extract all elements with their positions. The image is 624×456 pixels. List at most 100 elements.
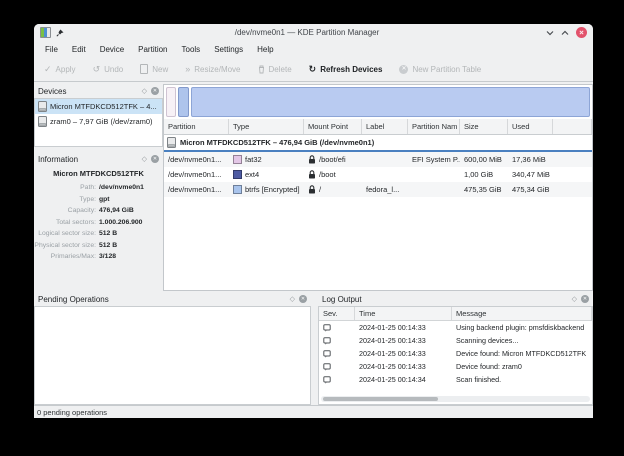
titlebar[interactable]: /dev/nvme0n1 — KDE Partition Manager [34, 24, 593, 41]
maximize-button[interactable] [561, 30, 569, 36]
info-field-path: Path:/dev/nvme0n1 [34, 182, 163, 194]
menu-edit[interactable]: Edit [65, 45, 93, 54]
devices-panel-header: Devices ◇ ✕ [34, 84, 163, 98]
horizontal-scrollbar[interactable] [321, 396, 590, 402]
log-row[interactable]: 2024-01-25 00:14:33 Scanning devices... [319, 334, 592, 347]
app-icon[interactable] [40, 27, 51, 38]
close-icon [579, 30, 584, 35]
pending-operations-list [34, 306, 311, 405]
column-header-label[interactable]: Label [362, 119, 408, 134]
float-panel-icon[interactable]: ◇ [142, 87, 147, 95]
check-icon: ✓ [44, 65, 52, 74]
pin-icon[interactable] [56, 29, 64, 37]
menu-tools[interactable]: Tools [175, 45, 208, 54]
close-panel-icon[interactable]: ✕ [581, 295, 589, 303]
information-device-name: Micron MTFDKCD512TFK [34, 169, 163, 178]
log-output-header: Log Output ◇ ✕ [318, 292, 593, 306]
kde-partition-manager-window: /dev/nvme0n1 — KDE Partition Manager Fil… [34, 24, 593, 418]
information-body: Micron MTFDKCD512TFK Path:/dev/nvme0n1 T… [34, 166, 163, 263]
info-field-primaries: Primaries/Max:3/128 [34, 251, 163, 263]
refresh-icon: ↻ [309, 65, 317, 74]
delete-button[interactable]: Delete [258, 65, 292, 74]
info-severity-icon [323, 363, 331, 371]
column-header-size[interactable]: Size [460, 119, 508, 134]
device-header-row[interactable]: Micron MTFDKCD512TFK – 476,94 GiB (/dev/… [164, 135, 592, 152]
table-row[interactable]: /dev/nvme0n1... ext4 /boot 1,00 GiB 340,… [164, 167, 592, 182]
hard-drive-icon [167, 137, 176, 148]
info-field-capacity: Capacity:476,94 GiB [34, 205, 163, 217]
column-header-type[interactable]: Type [229, 119, 304, 134]
log-row[interactable]: 2024-01-25 00:14:33 Device found: Micron… [319, 347, 592, 360]
table-row[interactable]: /dev/nvme0n1... btrfs [Encrypted] / fedo… [164, 182, 592, 197]
partition-segment-btrfs[interactable] [191, 87, 590, 117]
scrollbar-thumb[interactable] [323, 397, 438, 401]
hard-drive-icon [38, 101, 47, 112]
new-table-icon: ✕ [399, 65, 408, 74]
desktop-background: /dev/nvme0n1 — KDE Partition Manager Fil… [0, 0, 624, 456]
log-column-message[interactable]: Message [452, 307, 592, 320]
column-header-mount-point[interactable]: Mount Point [304, 119, 362, 134]
fs-color-swatch [233, 185, 242, 194]
device-list-item-zram0[interactable]: zram0 – 7,97 GiB (/dev/zram0) [35, 114, 162, 129]
refresh-devices-button[interactable]: ↻ Refresh Devices [309, 65, 383, 74]
close-panel-icon[interactable]: ✕ [299, 295, 307, 303]
minimize-button[interactable] [546, 30, 554, 36]
device-list: Micron MTFDKCD512TFK – 4... zram0 – 7,97… [34, 98, 163, 147]
log-row[interactable]: 2024-01-25 00:14:33 Device found: zram0 [319, 360, 592, 373]
info-field-physical-sector: Physical sector size:512 B [34, 240, 163, 252]
table-row[interactable]: /dev/nvme0n1... fat32 /boot/efi EFI Syst… [164, 152, 592, 167]
undo-icon: ↺ [93, 65, 101, 74]
float-panel-icon[interactable]: ◇ [572, 295, 577, 303]
partition-segment-ext4[interactable] [178, 87, 189, 117]
devices-panel-title: Devices [38, 87, 142, 96]
new-button[interactable]: New [140, 64, 168, 74]
fs-color-swatch [233, 155, 242, 164]
statusbar: 0 pending operations [34, 405, 593, 418]
info-field-total-sectors: Total sectors:1.000.206.900 [34, 217, 163, 229]
partition-segment-fat32[interactable] [166, 87, 176, 117]
partition-table-header: Partition Type Mount Point Label Partiti… [164, 119, 592, 135]
partition-bar [166, 87, 590, 117]
log-output-table: Sev. Time Message 2024-01-25 00:14:33 Us… [318, 306, 593, 405]
menubar: File Edit Device Partition Tools Setting… [34, 41, 593, 57]
device-list-item-micron[interactable]: Micron MTFDKCD512TFK – 4... [35, 99, 162, 114]
log-output-panel: Log Output ◇ ✕ Sev. Time Message 2024-01… [318, 292, 593, 405]
close-button[interactable] [576, 27, 587, 38]
toolbar: ✓ Apply ↺ Undo New » Resize/Move Delete [34, 57, 593, 82]
hard-drive-icon [38, 116, 47, 127]
log-column-time[interactable]: Time [355, 307, 452, 320]
info-field-type: Type:gpt [34, 194, 163, 206]
log-row[interactable]: 2024-01-25 00:14:34 Scan finished. [319, 373, 592, 386]
log-column-severity[interactable]: Sev. [319, 307, 355, 320]
menu-file[interactable]: File [38, 45, 65, 54]
pending-operations-panel: Pending Operations ◇ ✕ [34, 292, 311, 405]
partition-view: Partition Type Mount Point Label Partiti… [163, 84, 593, 291]
partition-table: Partition Type Mount Point Label Partiti… [164, 119, 592, 197]
menu-help[interactable]: Help [250, 45, 280, 54]
column-header-used[interactable]: Used [508, 119, 553, 134]
close-panel-icon[interactable]: ✕ [151, 155, 159, 163]
undo-button[interactable]: ↺ Undo [93, 65, 124, 74]
pending-operations-header: Pending Operations ◇ ✕ [34, 292, 311, 306]
log-table-header: Sev. Time Message [319, 307, 592, 321]
menu-settings[interactable]: Settings [207, 45, 250, 54]
apply-button[interactable]: ✓ Apply [44, 65, 76, 74]
column-header-partition[interactable]: Partition [164, 119, 229, 134]
log-row[interactable]: 2024-01-25 00:14:33 Using backend plugin… [319, 321, 592, 334]
menu-device[interactable]: Device [93, 45, 131, 54]
lock-icon [308, 155, 316, 164]
info-field-logical-sector: Logical sector size:512 B [34, 228, 163, 240]
float-panel-icon[interactable]: ◇ [290, 295, 295, 303]
trash-icon [258, 65, 265, 74]
float-panel-icon[interactable]: ◇ [142, 155, 147, 163]
column-header-partition-name[interactable]: Partition Nam [408, 119, 460, 134]
information-panel: Information ◇ ✕ Micron MTFDKCD512TFK Pat… [34, 152, 163, 291]
close-panel-icon[interactable]: ✕ [151, 87, 159, 95]
log-output-title: Log Output [322, 295, 572, 304]
info-severity-icon [323, 324, 331, 332]
menu-partition[interactable]: Partition [131, 45, 174, 54]
resize-move-button[interactable]: » Resize/Move [185, 65, 240, 74]
lock-icon [308, 185, 316, 194]
info-severity-icon [323, 350, 331, 358]
new-partition-table-button[interactable]: ✕ New Partition Table [399, 65, 481, 74]
